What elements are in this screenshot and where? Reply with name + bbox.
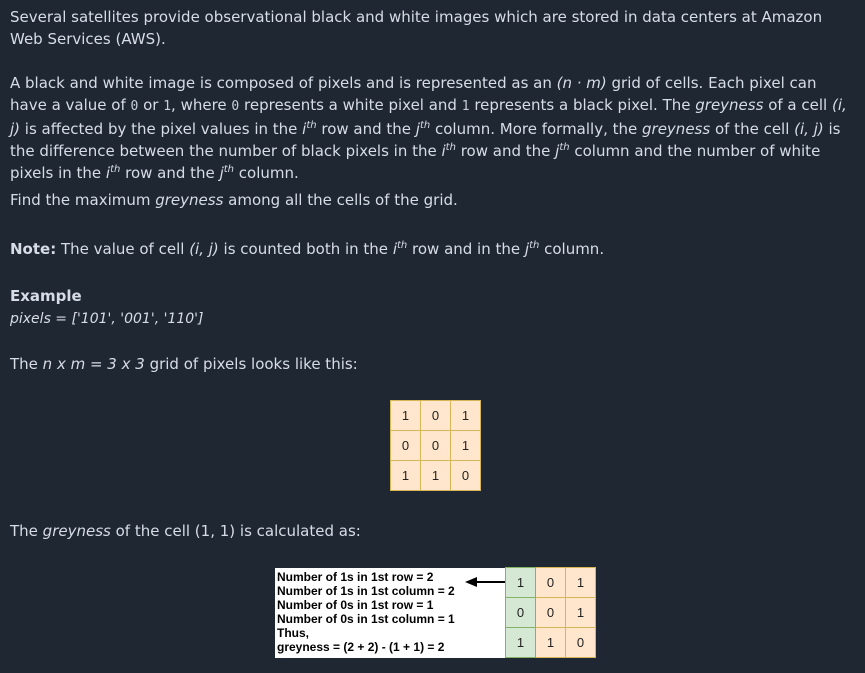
grid-row: 0 0 1 <box>390 430 481 461</box>
grid-cell: 1 <box>390 460 421 491</box>
grid-cell: 1 <box>450 430 481 461</box>
grid-row: 1 0 1 <box>505 567 596 598</box>
grid-cell: 0 <box>565 627 596 658</box>
grid-row: 0 0 1 <box>505 597 596 628</box>
grid-row: 1 0 1 <box>390 400 481 431</box>
grid-cell: 0 <box>420 430 451 461</box>
problem-statement: Several satellites provide observational… <box>0 0 865 673</box>
grid-row: 1 1 0 <box>390 460 481 491</box>
task-paragraph: Find the maximum greyness among all the … <box>10 191 458 209</box>
grid-cell: 1 <box>535 627 566 658</box>
definition-paragraph: A black and white image is composed of p… <box>10 74 847 182</box>
grid-cell: 1 <box>390 400 421 431</box>
note-paragraph: Note: The value of cell (i, j) is counte… <box>10 240 605 258</box>
highlight-grid: 1 0 1 0 0 1 1 1 0 <box>505 567 596 658</box>
grid-cell: 1 <box>565 567 596 598</box>
grid-intro: The n x m = 3 x 3 grid of pixels looks l… <box>10 355 358 373</box>
grid-row: 1 1 0 <box>505 627 596 658</box>
grid-cell: 1 <box>450 400 481 431</box>
grid-cell: 0 <box>420 400 451 431</box>
example-input: pixels = ['101', '001', '110'] <box>10 311 204 327</box>
calc-line: Number of 0s in 1st column = 1 <box>277 612 455 626</box>
calc-line: Thus, <box>277 626 309 640</box>
grid-cell-highlight: 1 <box>505 627 536 658</box>
grid-cell: 0 <box>390 430 421 461</box>
grid-cell: 0 <box>535 567 566 598</box>
grid-cell-highlight: 1 <box>505 567 536 598</box>
greyness-intro: The greyness of the cell (1, 1) is calcu… <box>10 522 361 540</box>
note-label: Note: <box>10 240 57 258</box>
grid-cell: 0 <box>535 597 566 628</box>
grid-cell: 1 <box>420 460 451 491</box>
pixel-grid: 1 0 1 0 0 1 1 1 0 <box>390 400 481 491</box>
grid-cell: 1 <box>565 597 596 628</box>
calc-line: Number of 0s in 1st row = 1 <box>277 598 434 612</box>
grid-cell-highlight: 0 <box>505 597 536 628</box>
grid-cell: 0 <box>450 460 481 491</box>
example-heading: Example <box>10 287 82 305</box>
calc-line: greyness = (2 + 2) - (1 + 1) = 2 <box>277 640 445 654</box>
intro-paragraph: Several satellites provide observational… <box>10 8 823 48</box>
